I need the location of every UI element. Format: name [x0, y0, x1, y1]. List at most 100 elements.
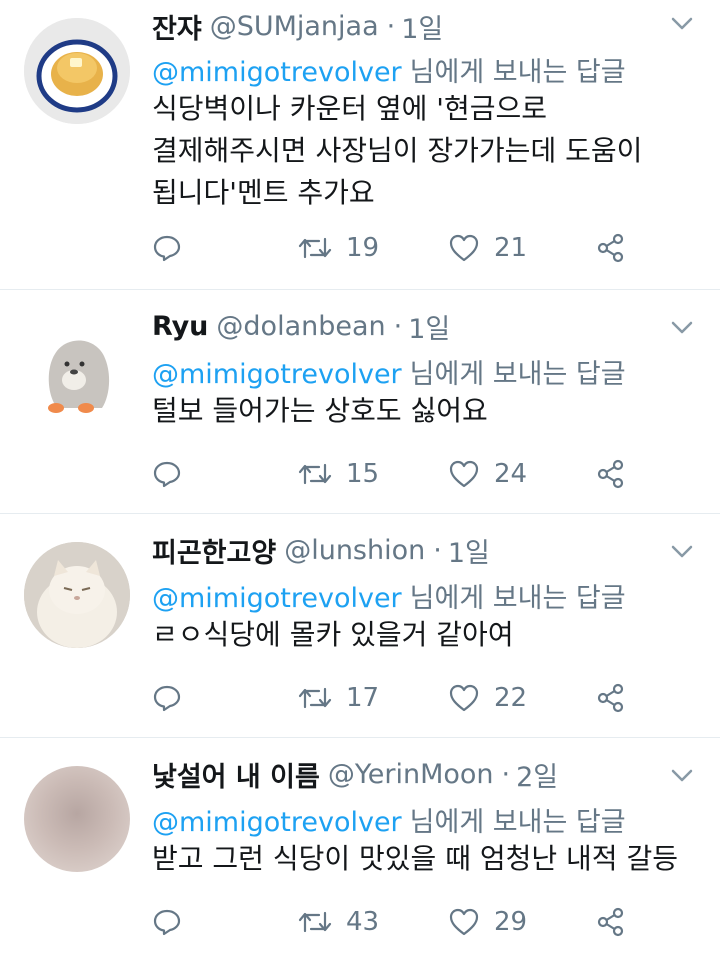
- retweet-button[interactable]: 17: [298, 678, 379, 718]
- separator-dot: ·: [433, 534, 442, 566]
- tweet-header: 피곤한고양 @lunshion · 1일: [152, 528, 490, 572]
- heart-icon: [449, 234, 479, 262]
- user-handle[interactable]: @SUMjanjaa: [210, 11, 379, 42]
- display-name[interactable]: 피곤한고양: [152, 531, 276, 570]
- display-name[interactable]: Ryu: [152, 311, 208, 342]
- display-name[interactable]: 잔쟈: [152, 7, 202, 46]
- reply-icon: [153, 685, 181, 712]
- tweet-card[interactable]: Ryu @dolanbean · 1일 @mimigotrevolver 님에게 …: [0, 290, 720, 514]
- tweet-text: ㄹㅇ식당에 몰카 있을거 같아여: [152, 614, 700, 656]
- tweet-text-line: 결제해주시면 사장님이 장가가는데 도움이: [152, 134, 643, 167]
- user-handle[interactable]: @YerinMoon: [328, 759, 494, 790]
- like-button[interactable]: 29: [448, 902, 527, 942]
- chevron-down-icon[interactable]: [670, 14, 694, 34]
- reply-button[interactable]: [152, 228, 182, 268]
- like-count: 29: [494, 907, 528, 937]
- avatar[interactable]: [24, 18, 130, 124]
- reply-feed: 잔쟈 @SUMjanjaa · 1일 @mimigotrevolver 님에게 보…: [0, 0, 720, 969]
- tweet-card[interactable]: 잔쟈 @SUMjanjaa · 1일 @mimigotrevolver 님에게 보…: [0, 0, 720, 290]
- heart-icon: [449, 684, 479, 712]
- separator-dot: ·: [393, 310, 403, 342]
- timestamp[interactable]: 1일: [401, 7, 443, 46]
- share-button[interactable]: [596, 228, 626, 268]
- reply-label: 님에게 보내는 답글: [409, 57, 626, 88]
- tweet-actions: 17 22: [152, 678, 700, 718]
- tweet-actions: 19 21: [152, 228, 700, 268]
- like-button[interactable]: 22: [448, 678, 527, 718]
- reply-button[interactable]: [152, 678, 182, 718]
- tweet-text-line: 식당벽이나 카운터 옆에 '현금으로: [152, 92, 548, 125]
- separator-dot: ·: [501, 758, 511, 790]
- pancake-avatar-icon: [24, 18, 130, 124]
- tweet-text-line: 됩니다'멘트 추가요: [152, 176, 375, 209]
- replying-to: @mimigotrevolver 님에게 보내는 답글: [152, 50, 626, 89]
- tweet-card[interactable]: 낯설어 내 이름 @YerinMoon · 2일 @mimigotrevolve…: [0, 738, 720, 969]
- retweet-count: 17: [346, 683, 380, 713]
- like-count: 22: [494, 683, 528, 713]
- share-icon: [597, 683, 624, 713]
- mention-link[interactable]: @mimigotrevolver: [152, 807, 402, 838]
- retweet-button[interactable]: 15: [298, 454, 379, 494]
- tweet-text-line: 털보 들어가는 상호도 싫어요: [152, 394, 488, 427]
- tweet-text: 식당벽이나 카운터 옆에 '현금으로 결제해주시면 사장님이 장가가는데 도움이…: [152, 88, 700, 214]
- tweet-text-line: ㄹㅇ식당에 몰카 있을거 같아여: [152, 618, 514, 651]
- reply-button[interactable]: [152, 902, 182, 942]
- like-button[interactable]: 21: [448, 228, 527, 268]
- user-handle[interactable]: @dolanbean: [216, 311, 385, 342]
- retweet-icon: [298, 237, 332, 259]
- chevron-down-icon[interactable]: [670, 318, 694, 338]
- timestamp[interactable]: 2일: [516, 755, 558, 794]
- replying-to: @mimigotrevolver 님에게 보내는 답글: [152, 800, 626, 839]
- tweet-card[interactable]: 피곤한고양 @lunshion · 1일 @mimigotrevolver 님에게…: [0, 514, 720, 738]
- retweet-button[interactable]: 43: [298, 902, 379, 942]
- tweet-header: 낯설어 내 이름 @YerinMoon · 2일: [152, 752, 558, 796]
- retweet-icon: [298, 687, 332, 709]
- retweet-count: 43: [346, 907, 380, 937]
- display-name[interactable]: 낯설어 내 이름: [152, 755, 320, 794]
- reply-label: 님에게 보내는 답글: [409, 583, 626, 614]
- replying-to: @mimigotrevolver 님에게 보내는 답글: [152, 576, 626, 615]
- chevron-down-icon[interactable]: [670, 542, 694, 562]
- reply-label: 님에게 보내는 답글: [409, 359, 626, 390]
- mention-link[interactable]: @mimigotrevolver: [152, 359, 402, 390]
- tweet-text-line: 받고 그런 식당이 맛있을 때 엄청난 내적 갈등: [152, 842, 678, 875]
- share-button[interactable]: [596, 902, 626, 942]
- tweet-text: 받고 그런 식당이 맛있을 때 엄청난 내적 갈등: [152, 838, 700, 880]
- share-button[interactable]: [596, 454, 626, 494]
- share-button[interactable]: [596, 678, 626, 718]
- chevron-down-icon[interactable]: [670, 766, 694, 786]
- timestamp[interactable]: 1일: [408, 307, 450, 346]
- like-count: 21: [494, 233, 528, 263]
- avatar[interactable]: [24, 318, 130, 424]
- avatar[interactable]: [24, 766, 130, 872]
- heart-icon: [449, 908, 479, 936]
- tweet-actions: 15 24: [152, 454, 700, 494]
- tweet-header: 잔쟈 @SUMjanjaa · 1일: [152, 4, 443, 48]
- share-icon: [597, 233, 624, 263]
- tweet-actions: 43 29: [152, 902, 700, 942]
- replying-to: @mimigotrevolver 님에게 보내는 답글: [152, 352, 626, 391]
- tweet-text: 털보 들어가는 상호도 싫어요: [152, 390, 700, 432]
- retweet-icon: [298, 911, 332, 933]
- reply-icon: [153, 909, 181, 936]
- mention-link[interactable]: @mimigotrevolver: [152, 583, 402, 614]
- user-handle[interactable]: @lunshion: [284, 535, 425, 566]
- retweet-count: 19: [346, 233, 380, 263]
- timestamp[interactable]: 1일: [448, 531, 490, 570]
- like-button[interactable]: 24: [448, 454, 527, 494]
- separator-dot: ·: [386, 10, 396, 42]
- reply-button[interactable]: [152, 454, 182, 494]
- reply-label: 님에게 보내는 답글: [409, 807, 626, 838]
- heart-icon: [449, 460, 479, 488]
- cat-avatar-icon: [24, 542, 130, 648]
- retweet-button[interactable]: 19: [298, 228, 379, 268]
- like-count: 24: [494, 459, 528, 489]
- reply-icon: [153, 461, 181, 488]
- retweet-count: 15: [346, 459, 380, 489]
- avatar[interactable]: [24, 542, 130, 648]
- retweet-icon: [298, 463, 332, 485]
- reply-icon: [153, 235, 181, 262]
- tweet-header: Ryu @dolanbean · 1일: [152, 304, 450, 348]
- share-icon: [597, 459, 624, 489]
- mention-link[interactable]: @mimigotrevolver: [152, 57, 402, 88]
